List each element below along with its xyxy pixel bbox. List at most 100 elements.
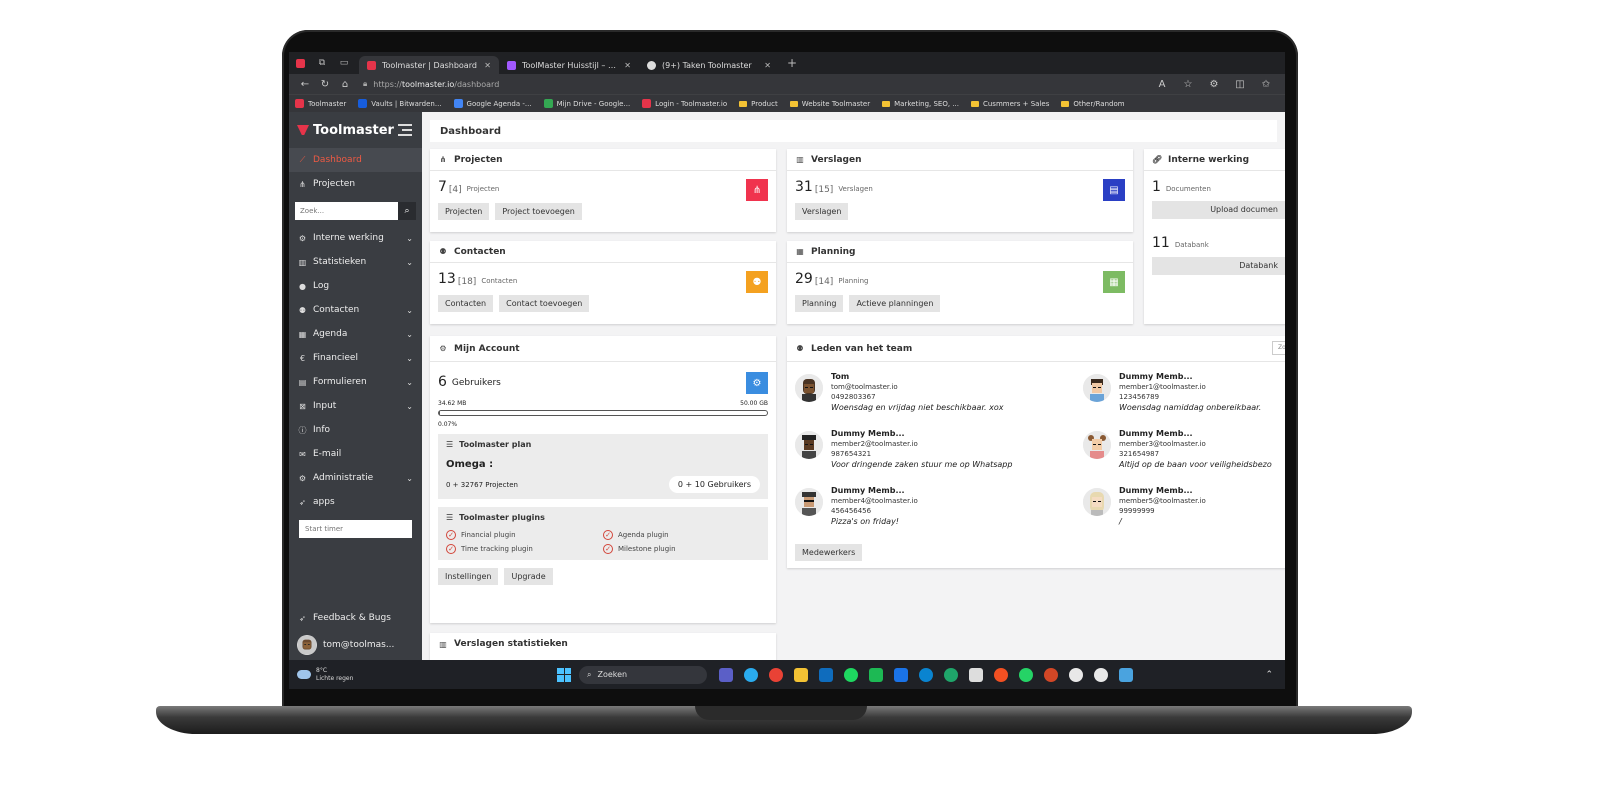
sidebar-item-contacten[interactable]: ⚉ Contacten ⌄ (289, 298, 422, 322)
app-icon[interactable] (1069, 667, 1083, 682)
sidebar-item-email[interactable]: ✉ E-mail (289, 442, 422, 466)
sidebar-item-log[interactable]: ● Log (289, 274, 422, 298)
bookmark-folder[interactable]: Product (739, 100, 778, 108)
team-search-input[interactable]: Zoek (1272, 341, 1285, 355)
windows-start-icon[interactable] (557, 667, 571, 682)
bookmark-folder[interactable]: Cusmmers + Sales (970, 100, 1049, 108)
contact-toevoegen-button[interactable]: Contact toevoegen (499, 295, 590, 312)
url-field[interactable]: 🔒︎ https://toolmaster.io/dashboard (363, 79, 1149, 89)
taskbar-search[interactable]: ⌕ Zoeken (579, 665, 707, 684)
app-icon[interactable] (1094, 667, 1108, 682)
edge-dev-icon[interactable] (944, 667, 958, 682)
read-aloud-icon[interactable]: A (1149, 79, 1175, 90)
outlook-icon[interactable] (819, 667, 833, 682)
instellingen-button[interactable]: Instellingen (438, 568, 499, 585)
card-title: Planning (811, 246, 856, 257)
project-toevoegen-button[interactable]: Project toevoegen (495, 203, 582, 220)
member-info: Dummy Memb... member5@toolmaster.io 9999… (1119, 486, 1206, 544)
bookmark-folder[interactable]: Website Toolmaster (789, 100, 870, 108)
contacten-button[interactable]: Contacten (438, 295, 494, 312)
databank-button[interactable]: Databank (1152, 257, 1285, 275)
team-member[interactable]: Tom tom@toolmaster.io 0492803367 Woensda… (795, 372, 1085, 430)
new-tab-icon[interactable]: + (785, 56, 799, 70)
file-explorer-icon[interactable] (794, 667, 808, 682)
user-menu[interactable]: tom@toolmas... (289, 630, 422, 660)
sidebar-item-administratie[interactable]: ⚙ Administratie ⌄ (289, 466, 422, 490)
verslagen-button[interactable]: Verslagen (795, 203, 849, 220)
start-timer-input[interactable] (299, 520, 412, 538)
notepad-icon[interactable] (1119, 667, 1133, 682)
chevron-up-icon[interactable]: ⌃ (1265, 670, 1273, 680)
stat-label: Projecten (466, 185, 500, 193)
powerpoint-icon[interactable] (1044, 667, 1058, 682)
weather-widget[interactable]: 8°C Lichte regen (289, 667, 489, 683)
stat-count: 6 (438, 374, 447, 390)
close-icon[interactable]: ✕ (484, 61, 491, 70)
team-member[interactable]: Dummy Memb... member5@toolmaster.io 9999… (1083, 486, 1285, 544)
storage-labels: 34.62 MB 50.00 GB (438, 400, 768, 407)
sidebar-item-projecten[interactable]: ⋔ Projecten (289, 172, 422, 196)
workspaces-icon[interactable]: ⧉ (315, 56, 329, 70)
spotify-alt-icon[interactable] (869, 667, 883, 682)
sidebar-item-feedback[interactable]: ➶ Feedback & Bugs (289, 606, 422, 630)
close-icon[interactable]: ✕ (624, 61, 631, 70)
sidebar-item-formulieren[interactable]: ▤ Formulieren ⌄ (289, 370, 422, 394)
slack-icon[interactable] (994, 667, 1008, 682)
medewerkers-button[interactable]: Medewerkers (795, 544, 863, 561)
menu-toggle-icon[interactable] (398, 124, 412, 136)
team-member[interactable]: Dummy Memb... member4@toolmaster.io 4564… (795, 486, 1085, 544)
team-member[interactable]: Dummy Memb... member1@toolmaster.io 1234… (1083, 372, 1285, 430)
toolmaster-favicon-icon[interactable] (293, 56, 307, 70)
actieve-planningen-button[interactable]: Actieve planningen (849, 295, 941, 312)
back-arrow-icon[interactable]: ← (295, 79, 315, 90)
sidebar-item-apps[interactable]: ➶ apps (289, 490, 422, 514)
spotify-icon[interactable] (844, 667, 858, 682)
search-icon[interactable]: ⌕ (398, 202, 416, 220)
team-member[interactable]: Dummy Memb... member3@toolmaster.io 3216… (1083, 429, 1285, 487)
extensions-icon[interactable]: ⚙ (1201, 79, 1227, 90)
upgrade-button[interactable]: Upgrade (504, 568, 553, 585)
screen: ⧉ ▭ Toolmaster | Dashboard ✕ ToolMaster … (289, 52, 1285, 689)
chrome-icon[interactable] (769, 667, 783, 682)
projecten-button[interactable]: Projecten (438, 203, 490, 220)
split-screen-icon[interactable]: ◫ (1227, 79, 1253, 90)
sidebar-item-input[interactable]: ⊠ Input ⌄ (289, 394, 422, 418)
brand[interactable]: Toolmaster (289, 112, 422, 148)
member-info: Dummy Memb... member4@toolmaster.io 4564… (831, 486, 918, 544)
bookmark[interactable]: Mijn Drive - Google... (543, 99, 630, 108)
planning-button[interactable]: Planning (795, 295, 844, 312)
home-icon[interactable]: ⌂ (335, 79, 355, 90)
teams-icon[interactable] (719, 667, 733, 682)
bookmark[interactable]: Vaults | Bitwarden... (358, 99, 442, 108)
notion-icon[interactable] (969, 667, 983, 682)
upload-document-button[interactable]: Upload documen (1152, 201, 1285, 219)
app-icon[interactable] (894, 667, 908, 682)
sidebar-item-interne-werking[interactable]: ⚙ Interne werking ⌄ (289, 226, 422, 250)
refresh-icon[interactable]: ↻ (315, 79, 335, 90)
member-phone: 987654321 (831, 450, 872, 458)
sidebar-item-statistieken[interactable]: ▥ Statistieken ⌄ (289, 250, 422, 274)
edge-icon[interactable] (919, 667, 933, 682)
tab-figma[interactable]: ToolMaster Huisstijl – Figma ✕ (499, 56, 639, 74)
bookmark-folder[interactable]: Marketing, SEO, ... (882, 100, 959, 108)
close-icon[interactable]: ✕ (764, 61, 771, 70)
bookmark[interactable]: Google Agenda -... (453, 99, 532, 108)
team-member[interactable]: Dummy Memb... member2@toolmaster.io 9876… (795, 429, 1085, 487)
telegram-icon[interactable] (744, 667, 758, 682)
sidebar-item-agenda[interactable]: ▦ Agenda ⌄ (289, 322, 422, 346)
tab-taken[interactable]: (9+) Taken Toolmaster ✕ (639, 56, 779, 74)
sidebar-search-input[interactable] (295, 202, 398, 220)
sidebar-item-financieel[interactable]: € Financieel ⌄ (289, 346, 422, 370)
bookmark-folder[interactable]: Other/Random (1061, 100, 1125, 108)
bookmark[interactable]: Login - Toolmaster.io (642, 99, 727, 108)
tab-actions-icon[interactable]: ▭ (337, 56, 351, 70)
sidebar-item-info[interactable]: ⓘ Info (289, 418, 422, 442)
whatsapp-icon[interactable] (1019, 667, 1033, 682)
favorites-icon[interactable]: ✩ (1253, 79, 1279, 90)
sidebar-item-dashboard[interactable]: ⟋ Dashboard (289, 148, 422, 172)
users-icon: ⚉ (439, 247, 447, 256)
tab-dashboard[interactable]: Toolmaster | Dashboard ✕ (359, 56, 499, 74)
favorite-star-icon[interactable]: ☆ (1175, 79, 1201, 90)
plugins-title-text: Toolmaster plugins (459, 513, 545, 522)
bookmark[interactable]: Toolmaster (295, 99, 346, 108)
